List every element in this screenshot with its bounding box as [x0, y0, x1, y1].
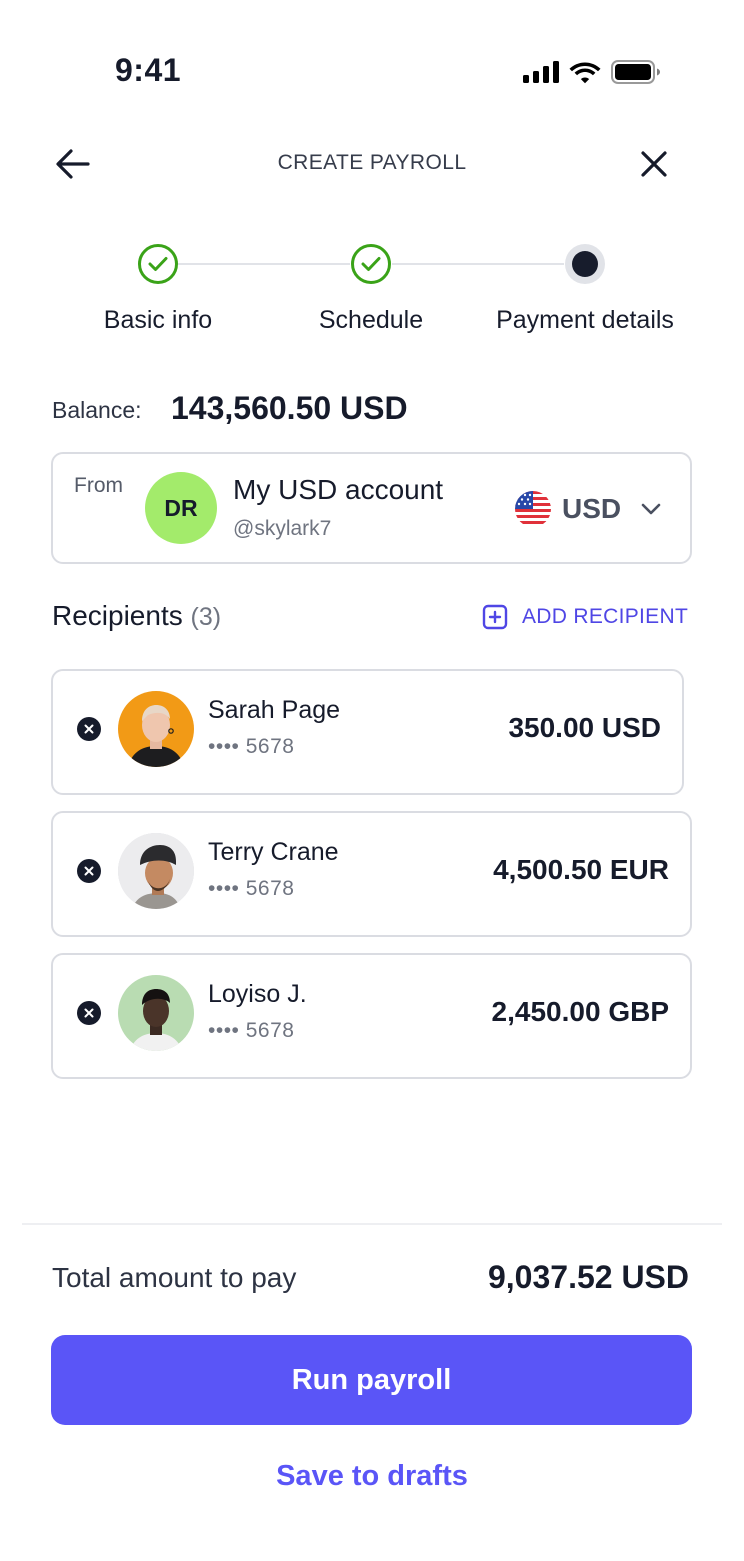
remove-recipient-button[interactable]	[77, 717, 101, 741]
recipients-count: (3)	[190, 603, 222, 631]
recipient-avatar	[118, 975, 194, 1051]
total-value: 9,037.52 USD	[487, 1259, 689, 1295]
step-basic-info-indicator[interactable]	[138, 244, 178, 284]
recipient-name: Sarah Page	[208, 696, 341, 724]
account-avatar: DR	[145, 472, 217, 544]
recipient-amount: 350.00 USD	[508, 712, 661, 743]
status-icons	[523, 58, 661, 86]
recipient-avatar	[118, 833, 194, 909]
balance-value: 143,560.50 USD	[171, 390, 408, 426]
step-label-payment-details: Payment details	[496, 306, 674, 334]
close-icon	[84, 724, 94, 734]
check-icon	[361, 257, 381, 271]
add-recipient-button[interactable]: ADD RECIPIENT	[482, 602, 688, 632]
current-step-dot	[572, 251, 598, 277]
recipients-title: Recipients (3)	[52, 600, 221, 632]
add-recipient-label: ADD RECIPIENT	[522, 605, 689, 628]
recipient-account: •••• 5678	[208, 1019, 295, 1042]
step-label-schedule[interactable]: Schedule	[291, 306, 451, 335]
run-payroll-button[interactable]: Run payroll	[51, 1335, 692, 1425]
recipient-name: Loyiso J.	[208, 980, 307, 1008]
us-flag-icon	[515, 491, 551, 527]
balance-label: Balance:	[52, 397, 142, 423]
add-square-icon	[482, 604, 508, 630]
check-icon	[148, 257, 168, 271]
save-to-drafts-button[interactable]: Save to drafts	[0, 1460, 744, 1493]
recipient-name: Terry Crane	[208, 838, 339, 866]
recipients-title-text: Recipients	[52, 600, 183, 631]
from-label: From	[74, 474, 123, 497]
battery-icon	[611, 60, 660, 84]
cellular-signal-icon	[523, 61, 559, 83]
total-label: Total amount to pay	[52, 1262, 297, 1293]
recipient-account: •••• 5678	[208, 877, 295, 900]
remove-recipient-button[interactable]	[77, 1001, 101, 1025]
step-label-basic-info[interactable]: Basic info	[78, 306, 238, 335]
status-time: 9:41	[115, 52, 182, 88]
close-icon	[84, 866, 94, 876]
step-payment-details-indicator	[565, 244, 605, 284]
remove-recipient-button[interactable]	[77, 859, 101, 883]
close-button[interactable]	[630, 140, 678, 188]
recipient-avatar	[118, 691, 194, 767]
currency-code: USD	[562, 493, 622, 524]
chevron-down-icon	[641, 503, 661, 515]
recipient-amount: 4,500.50 EUR	[493, 854, 669, 885]
recipient-account: •••• 5678	[208, 735, 295, 758]
stepper-connector	[392, 263, 564, 265]
currency-select[interactable]: USD	[514, 489, 663, 529]
account-name: My USD account	[233, 474, 444, 505]
account-handle: @skylark7	[233, 517, 332, 540]
close-icon	[641, 151, 667, 177]
step-schedule-indicator[interactable]	[351, 244, 391, 284]
recipient-amount: 2,450.00 GBP	[491, 996, 669, 1027]
close-icon	[84, 1008, 94, 1018]
footer-divider	[22, 1223, 722, 1225]
stepper-connector	[178, 263, 350, 265]
wifi-icon	[569, 62, 601, 84]
